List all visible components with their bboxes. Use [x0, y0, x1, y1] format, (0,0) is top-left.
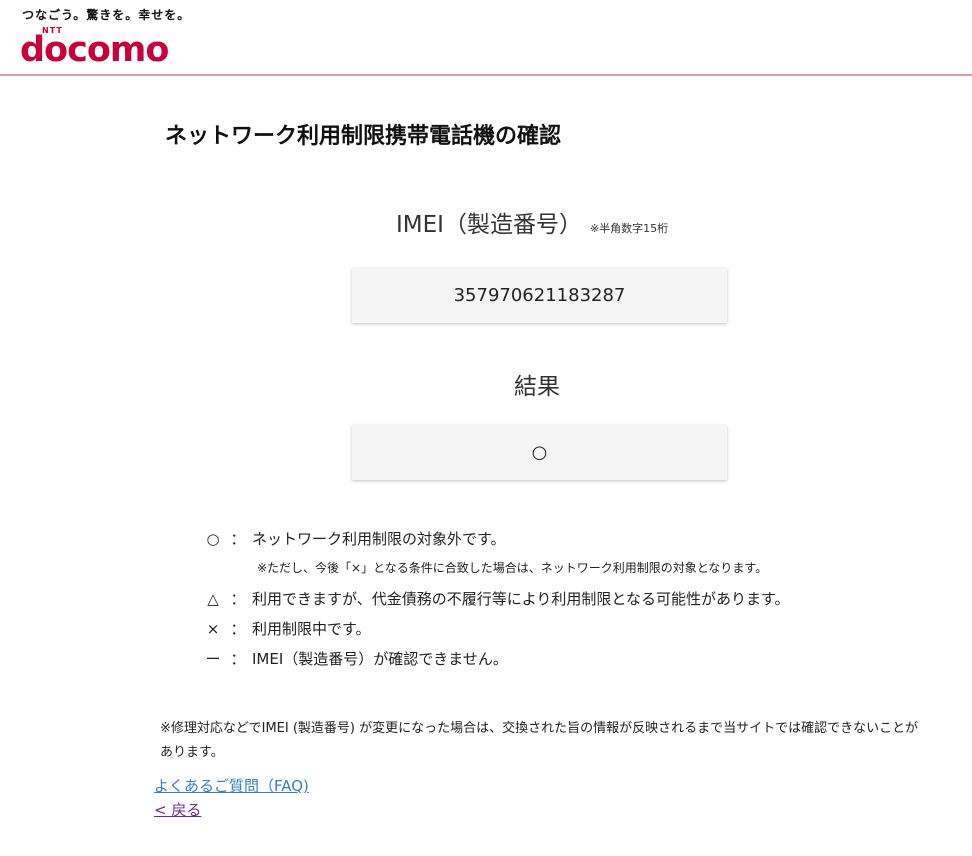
legend-row-cross: × ： 利用制限中です。: [202, 618, 371, 640]
imei-value-box: 357970621183287: [352, 268, 727, 323]
imei-label-text: IMEI（製造番号）: [396, 212, 582, 238]
logo-wordmark: docomo: [20, 30, 169, 70]
cross-symbol: ×: [206, 620, 220, 638]
imei-format-note: ※半角数字15桁: [589, 222, 669, 235]
legend-row-circle: ○ ： ネットワーク利用制限の対象外です。: [202, 528, 506, 550]
docomo-logo[interactable]: NTT docomo: [20, 26, 190, 70]
page-title: ネットワーク利用制限携帯電話機の確認: [165, 124, 562, 149]
legend-row-triangle: △ ： 利用できますが、代金債務の不履行等により利用制限となる可能性があります。: [202, 588, 789, 610]
back-link[interactable]: < 戻る: [154, 799, 201, 820]
triangle-symbol: △: [207, 590, 219, 608]
faq-link[interactable]: よくあるご質問（FAQ): [154, 775, 309, 796]
result-value-box: ○: [352, 425, 727, 480]
dash-symbol: ー: [205, 650, 221, 668]
brand-tagline: つなごう。驚きを。幸せを。: [22, 8, 191, 22]
legend-colon: ：: [230, 650, 246, 668]
legend-colon: ：: [230, 620, 246, 638]
legend-text: 利用制限中です。: [252, 620, 371, 638]
legend-text: 利用できますが、代金債務の不履行等により利用制限となる可能性があります。: [252, 590, 790, 608]
legend-colon: ：: [230, 590, 246, 608]
imei-field-label: IMEI（製造番号） ※半角数字15桁: [396, 205, 668, 239]
legend-text: IMEI（製造番号）が確認できません。: [252, 650, 508, 668]
legend-row-dash: ー ： IMEI（製造番号）が確認できません。: [202, 648, 508, 670]
header-divider: [0, 74, 972, 76]
result-label: 結果: [514, 374, 560, 400]
imei-change-footnote: ※修理対応などでIMEI (製造番号) が変更になった場合は、交換された旨の情報…: [160, 721, 919, 760]
site-header: つなごう。驚きを。幸せを。 NTT docomo: [0, 0, 972, 76]
legend-circle-subnote: ※ただし、今後「×」となる条件に合致した場合は、ネットワーク利用制限の対象となり…: [257, 561, 768, 575]
legend-text: ネットワーク利用制限の対象外です。: [252, 530, 506, 548]
legend-colon: ：: [230, 530, 246, 548]
circle-symbol: ○: [206, 530, 220, 548]
